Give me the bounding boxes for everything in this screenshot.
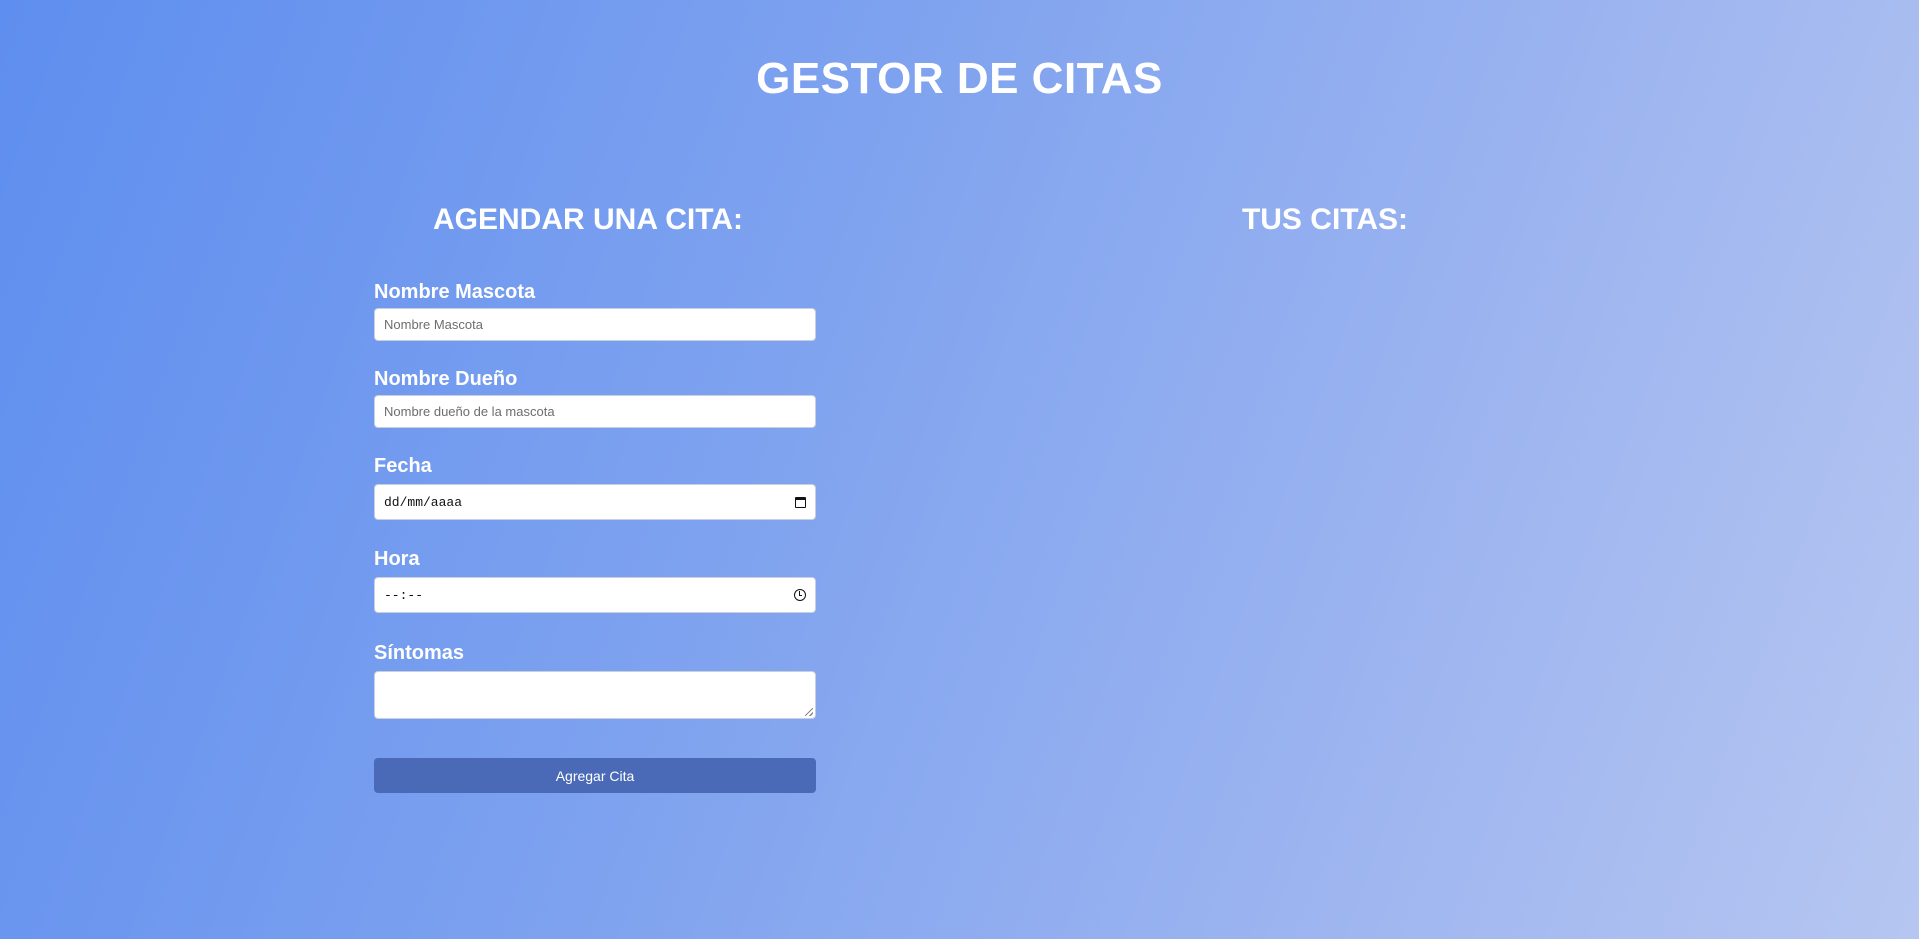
pet-name-input[interactable]: Nombre Mascota [374, 308, 816, 341]
date-placeholder: dd/mm/aaaa [384, 494, 463, 510]
calendar-icon[interactable] [795, 496, 806, 508]
owner-name-field: Nombre Dueño Nombre dueño de la mascota [374, 367, 816, 428]
symptoms-textarea[interactable] [374, 671, 816, 719]
pet-name-placeholder: Nombre Mascota [384, 317, 483, 332]
symptoms-label: Síntomas [374, 642, 465, 664]
pet-name-label: Nombre Mascota [374, 281, 536, 303]
appointment-form: Nombre Mascota Nombre Mascota Nombre Due… [374, 280, 816, 793]
add-appointment-button[interactable]: Agregar Cita [374, 758, 816, 793]
time-placeholder: --:-- [384, 587, 424, 603]
page-title: GESTOR DE CITAS [756, 54, 1163, 103]
pet-name-field: Nombre Mascota Nombre Mascota [374, 280, 816, 341]
time-input[interactable]: --:-- [374, 577, 816, 613]
date-field: Fecha dd/mm/aaaa [374, 454, 816, 520]
clock-icon[interactable] [794, 589, 806, 601]
schedule-section-title: AGENDAR UNA CITA: [433, 203, 743, 236]
time-field: Hora --:-- [374, 547, 816, 613]
symptoms-field: Síntomas [374, 641, 816, 719]
time-label: Hora [374, 548, 420, 570]
appointments-section-title: TUS CITAS: [1241, 203, 1409, 236]
resize-handle-icon[interactable] [805, 708, 813, 716]
date-input[interactable]: dd/mm/aaaa [374, 484, 816, 520]
owner-name-input[interactable]: Nombre dueño de la mascota [374, 395, 816, 428]
date-label: Fecha [374, 455, 432, 477]
owner-name-label: Nombre Dueño [374, 368, 518, 390]
owner-name-placeholder: Nombre dueño de la mascota [384, 404, 555, 419]
